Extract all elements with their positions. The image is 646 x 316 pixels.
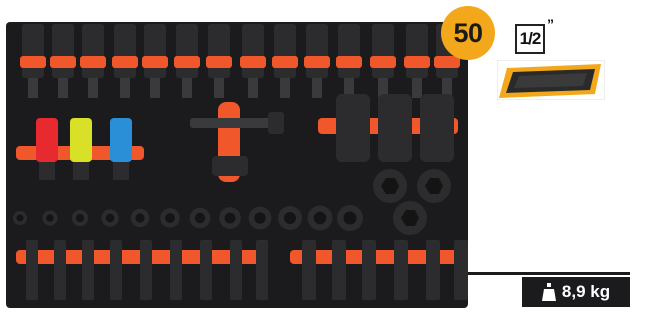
piece-count-badge: 50 (441, 6, 495, 60)
extension-end (268, 112, 284, 134)
short-socket-hole (75, 213, 85, 223)
deep-socket (82, 24, 104, 78)
socket-holder (434, 56, 460, 68)
socket-holder (50, 56, 76, 68)
impact-bit (394, 240, 408, 300)
short-socket-hole (284, 212, 296, 224)
socket-holder (240, 56, 266, 68)
deep-socket (144, 24, 166, 78)
adaptor (212, 156, 248, 176)
impact-bit (200, 240, 212, 300)
socket-base (113, 162, 129, 180)
socket-holder (336, 56, 362, 68)
impact-bit (26, 240, 38, 300)
impact-bit (426, 240, 440, 300)
large-impact-socket (378, 94, 412, 162)
socket-post (182, 78, 192, 98)
socket-post (120, 78, 130, 98)
socket-base (39, 162, 55, 180)
socket-post (28, 78, 38, 98)
weight-icon (541, 283, 556, 301)
deep-socket (208, 24, 230, 78)
drive-unit: ” (547, 16, 554, 32)
socket-base (73, 162, 89, 180)
socket-holder (206, 56, 232, 68)
short-socket-hole (16, 214, 24, 222)
socket-post (58, 78, 68, 98)
impact-bit (454, 240, 468, 300)
deep-socket (114, 24, 136, 78)
socket-post (214, 78, 224, 98)
socket-post (248, 78, 258, 98)
short-socket-hole (135, 213, 145, 223)
socket-holder (142, 56, 168, 68)
socket-post (280, 78, 290, 98)
short-socket-hole (194, 212, 206, 224)
socket-holder (80, 56, 106, 68)
weight-tag: 8,9 kg (522, 277, 630, 307)
socket-post (88, 78, 98, 98)
socket-tray-image (6, 22, 468, 308)
socket-post (412, 78, 422, 98)
large-impact-socket (420, 94, 454, 162)
socket-holder (304, 56, 330, 68)
socket-holder (272, 56, 298, 68)
large-impact-socket (336, 94, 370, 162)
deep-socket (274, 24, 296, 78)
impact-bit (170, 240, 182, 300)
colored-impact-socket (70, 118, 92, 162)
colored-impact-socket (36, 118, 58, 162)
short-socket-hole (105, 213, 115, 223)
deep-socket (176, 24, 198, 78)
socket-holder (174, 56, 200, 68)
deep-socket (338, 24, 360, 78)
drive-size: 1/2 (519, 29, 542, 48)
impact-bit (110, 240, 122, 300)
weight-label: 8,9 kg (561, 282, 611, 301)
impact-bit (362, 240, 376, 300)
impact-bit (302, 240, 316, 300)
deep-socket (22, 24, 44, 78)
deep-socket (306, 24, 328, 78)
short-socket-hole (313, 211, 327, 225)
short-socket-hole (165, 213, 175, 223)
impact-bit (140, 240, 152, 300)
deep-socket (242, 24, 264, 78)
impact-bit (82, 240, 94, 300)
short-socket-hole (46, 214, 54, 222)
impact-bit (332, 240, 346, 300)
deep-socket (406, 24, 428, 78)
deep-socket (52, 24, 74, 78)
short-socket-hole (224, 212, 236, 224)
deep-socket (372, 24, 394, 78)
short-socket-hole (254, 212, 266, 224)
weight-leader-line (468, 272, 630, 275)
tray-thumbnail-icon (497, 60, 605, 100)
socket-holder (20, 56, 46, 68)
piece-count: 50 (453, 17, 483, 48)
drive-size-box: 1/2 (515, 24, 545, 54)
socket-tray-illustration (13, 24, 468, 300)
socket-holder (404, 56, 430, 68)
colored-impact-socket (110, 118, 132, 162)
impact-bit (230, 240, 242, 300)
socket-post (312, 78, 322, 98)
impact-bit (54, 240, 66, 300)
short-socket-hole (343, 211, 357, 225)
socket-holder (370, 56, 396, 68)
impact-bit (256, 240, 268, 300)
socket-holder (112, 56, 138, 68)
socket-post (150, 78, 160, 98)
